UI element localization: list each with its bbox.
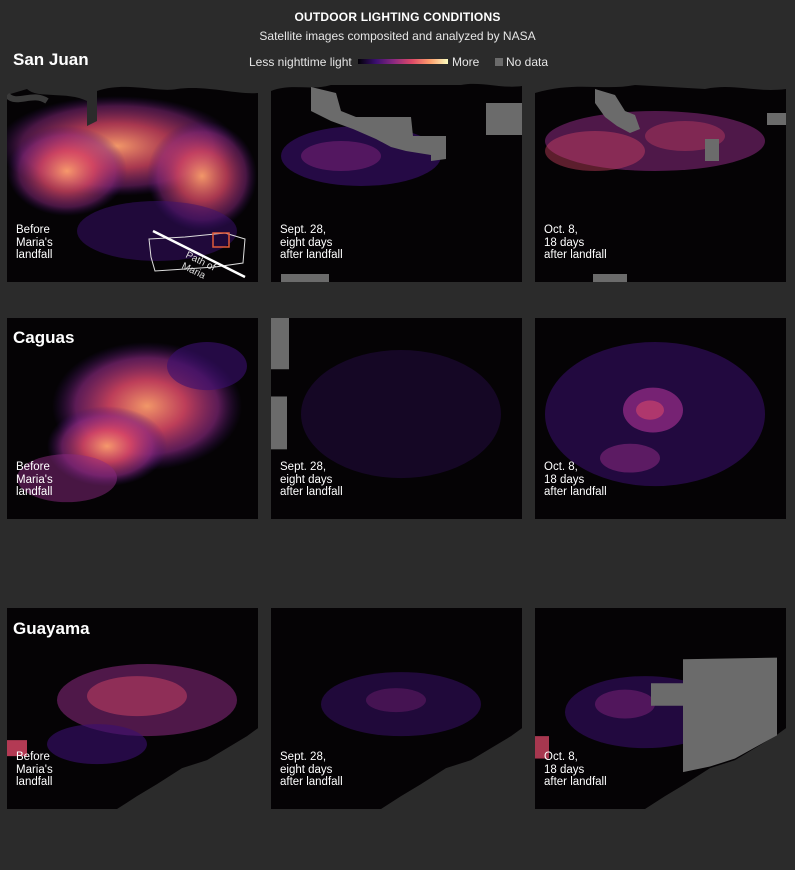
panel-caption: Before Maria's landfall bbox=[16, 224, 53, 261]
city-label-caguas: Caguas bbox=[13, 328, 75, 347]
legend-less-label: Less nighttime light bbox=[249, 55, 352, 69]
map-panel-guayama-sept28: Sept. 28, eight days after landfall bbox=[271, 608, 522, 809]
map-panel-guayama-oct8: Oct. 8, 18 days after landfall bbox=[535, 608, 786, 809]
puerto-rico-locator-map bbox=[145, 518, 251, 519]
map-panel-caguas-sept28: Sept. 28, eight days after landfall bbox=[271, 318, 522, 519]
city-label-guayama: Guayama bbox=[13, 619, 90, 638]
page-title: OUTDOOR LIGHTING CONDITIONS bbox=[294, 10, 501, 24]
panel-caption: Before Maria's landfall bbox=[16, 751, 53, 788]
puerto-rico-locator-map: Path of Maria bbox=[148, 229, 246, 279]
panel-caption: Sept. 28, eight days after landfall bbox=[280, 461, 343, 498]
puerto-rico-locator-map bbox=[145, 808, 251, 809]
map-panel-san-juan-before: Before Maria's landfall Path of Maria bbox=[7, 81, 258, 282]
legend-no-data-swatch bbox=[495, 58, 503, 66]
panel-caption: Oct. 8, 18 days after landfall bbox=[544, 461, 607, 498]
map-panel-san-juan-oct8: Oct. 8, 18 days after landfall bbox=[535, 81, 786, 282]
page-subtitle: Satellite images composited and analyzed… bbox=[259, 29, 536, 43]
legend-no-data-label: No data bbox=[506, 55, 549, 69]
map-panel-san-juan-sept28: Sept. 28, eight days after landfall bbox=[271, 81, 522, 282]
panel-caption: Sept. 28, eight days after landfall bbox=[280, 751, 343, 788]
legend-more-label: More bbox=[452, 55, 480, 69]
panel-caption: Sept. 28, eight days after landfall bbox=[280, 224, 343, 261]
legend-color-ramp bbox=[358, 59, 448, 64]
panel-caption: Before Maria's landfall bbox=[16, 461, 53, 498]
panel-caption: Oct. 8, 18 days after landfall bbox=[544, 751, 607, 788]
map-panel-caguas-before: Before Maria's landfall bbox=[7, 318, 258, 519]
map-panel-caguas-oct8: Oct. 8, 18 days after landfall bbox=[535, 318, 786, 519]
panel-caption: Oct. 8, 18 days after landfall bbox=[544, 224, 607, 261]
city-label-san-juan: San Juan bbox=[13, 50, 89, 69]
